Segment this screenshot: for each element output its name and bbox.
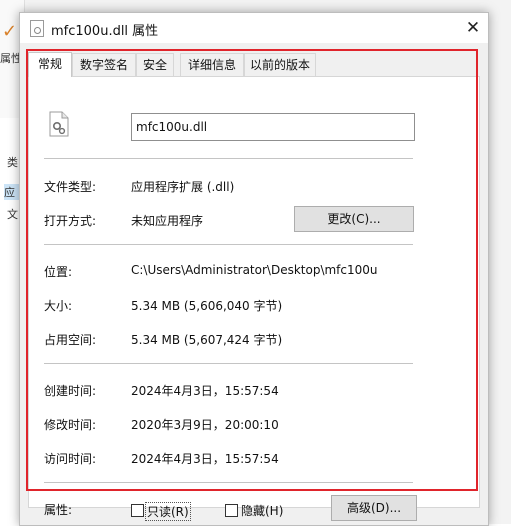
separator xyxy=(44,482,413,483)
file-type-label: 文件类型: xyxy=(44,180,97,194)
created-label: 创建时间: xyxy=(44,384,97,398)
file-type-value: 应用程序扩展 (.dll) xyxy=(131,180,235,194)
close-button[interactable]: ✕ xyxy=(460,15,486,41)
accessed-label: 访问时间: xyxy=(44,452,97,466)
open-with-value: 未知应用程序 xyxy=(131,214,204,228)
dll-gear-file-icon xyxy=(49,111,69,137)
file-name-field[interactable] xyxy=(131,113,415,141)
separator xyxy=(44,244,413,245)
size-on-disk-value: 5.34 MB (5,607,424 字节) xyxy=(131,333,283,347)
location-label: 位置: xyxy=(44,265,73,279)
size-on-disk-label: 占用空间: xyxy=(44,333,97,347)
tab-details[interactable]: 详细信息 xyxy=(180,53,244,76)
accessed-value: 2024年4月3日，15:57:54 xyxy=(131,452,279,466)
size-value: 5.34 MB (5,606,040 字节) xyxy=(131,299,283,313)
change-button[interactable]: 更改(C)... xyxy=(294,206,414,232)
tab-previous-versions[interactable]: 以前的版本 xyxy=(244,53,316,76)
separator xyxy=(44,363,413,364)
background-list-column: 类 xyxy=(7,156,18,169)
check-icon: ✓ xyxy=(2,21,18,42)
advanced-button[interactable]: 高级(D)... xyxy=(331,495,417,521)
tab-general[interactable]: 常规 xyxy=(28,52,72,77)
created-value: 2024年4月3日，15:57:54 xyxy=(131,384,279,398)
readonly-checkbox-label[interactable]: 只读(R) xyxy=(145,502,191,521)
separator xyxy=(44,158,413,159)
hidden-checkbox[interactable] xyxy=(225,504,238,517)
general-tab-panel: 文件类型: 应用程序扩展 (.dll) 打开方式: 未知应用程序 更改(C)..… xyxy=(28,76,480,521)
tab-security[interactable]: 安全 xyxy=(136,53,174,76)
properties-dialog: mfc100u.dll 属性 ✕ 常规 数字签名 安全 详细信息 以前的版本 文… xyxy=(19,12,489,526)
modified-label: 修改时间: xyxy=(44,418,97,432)
size-label: 大小: xyxy=(44,299,73,313)
dll-file-icon xyxy=(30,20,44,37)
title-bar[interactable]: mfc100u.dll 属性 ✕ xyxy=(20,13,488,43)
background-list-row[interactable]: 文 xyxy=(7,206,18,222)
open-with-label: 打开方式: xyxy=(44,214,97,228)
location-value: C:\Users\Administrator\Desktop\mfc100u xyxy=(131,263,378,277)
readonly-checkbox[interactable] xyxy=(131,504,144,517)
dialog-title: mfc100u.dll 属性 xyxy=(51,24,159,39)
hidden-checkbox-label[interactable]: 隐藏(H) xyxy=(241,502,283,519)
background-list-row-selected[interactable]: 应 xyxy=(4,184,20,200)
attributes-label: 属性: xyxy=(44,503,73,517)
tab-digital-signatures[interactable]: 数字签名 xyxy=(72,53,136,76)
modified-value: 2020年3月9日，20:00:10 xyxy=(131,418,279,432)
